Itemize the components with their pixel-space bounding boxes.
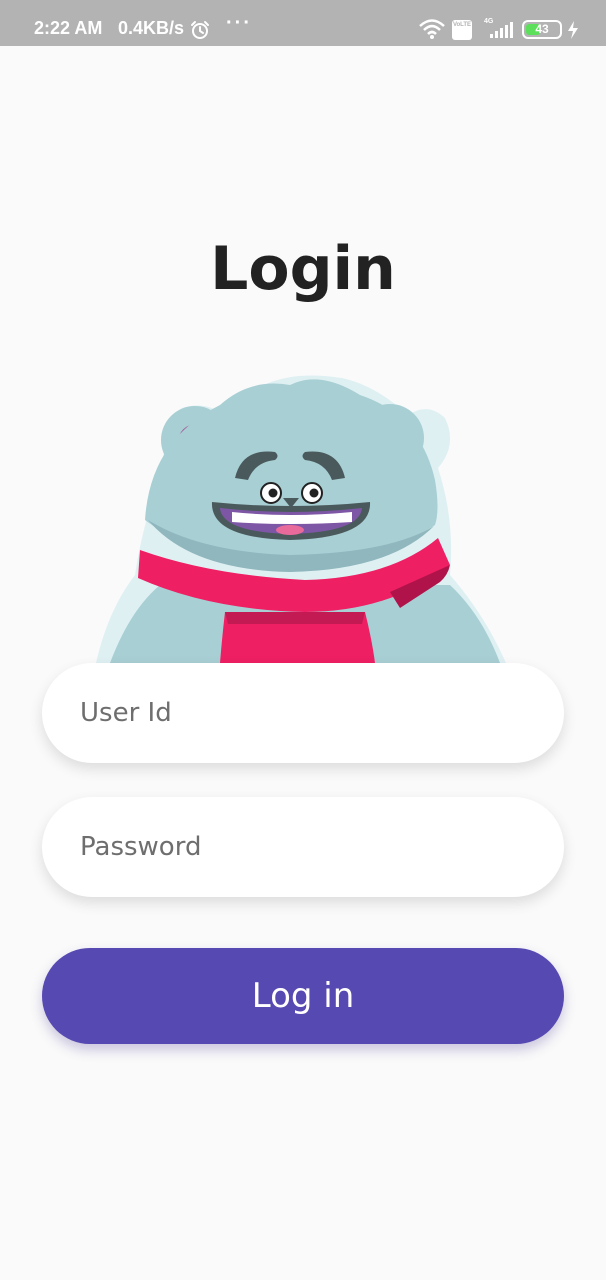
yeti-mascot-illustration <box>96 375 506 663</box>
volte-icon: VoLTE <box>452 20 472 40</box>
charging-icon <box>568 21 578 39</box>
user-id-input[interactable] <box>80 663 540 763</box>
signal-icon: 4G <box>484 18 513 38</box>
user-id-field-container <box>42 663 564 763</box>
network-speed: 0.4KB/s <box>118 18 185 38</box>
more-notifications-icon: ··· <box>226 12 252 34</box>
password-field-container <box>42 797 564 897</box>
page-title: Login <box>210 234 396 304</box>
status-time: 2:22 AM <box>34 18 103 38</box>
network-type-label: 4G <box>484 18 494 25</box>
battery-percent: 43 <box>535 22 549 36</box>
wifi-icon <box>419 19 445 39</box>
alarm-icon <box>191 21 209 39</box>
password-input[interactable] <box>80 797 540 897</box>
status-bar: 2:22 AM 0.4KB/s ··· VoLTE 4G 43 <box>0 0 606 46</box>
battery-icon: 43 <box>522 20 562 39</box>
login-button[interactable]: Log in <box>42 948 564 1044</box>
